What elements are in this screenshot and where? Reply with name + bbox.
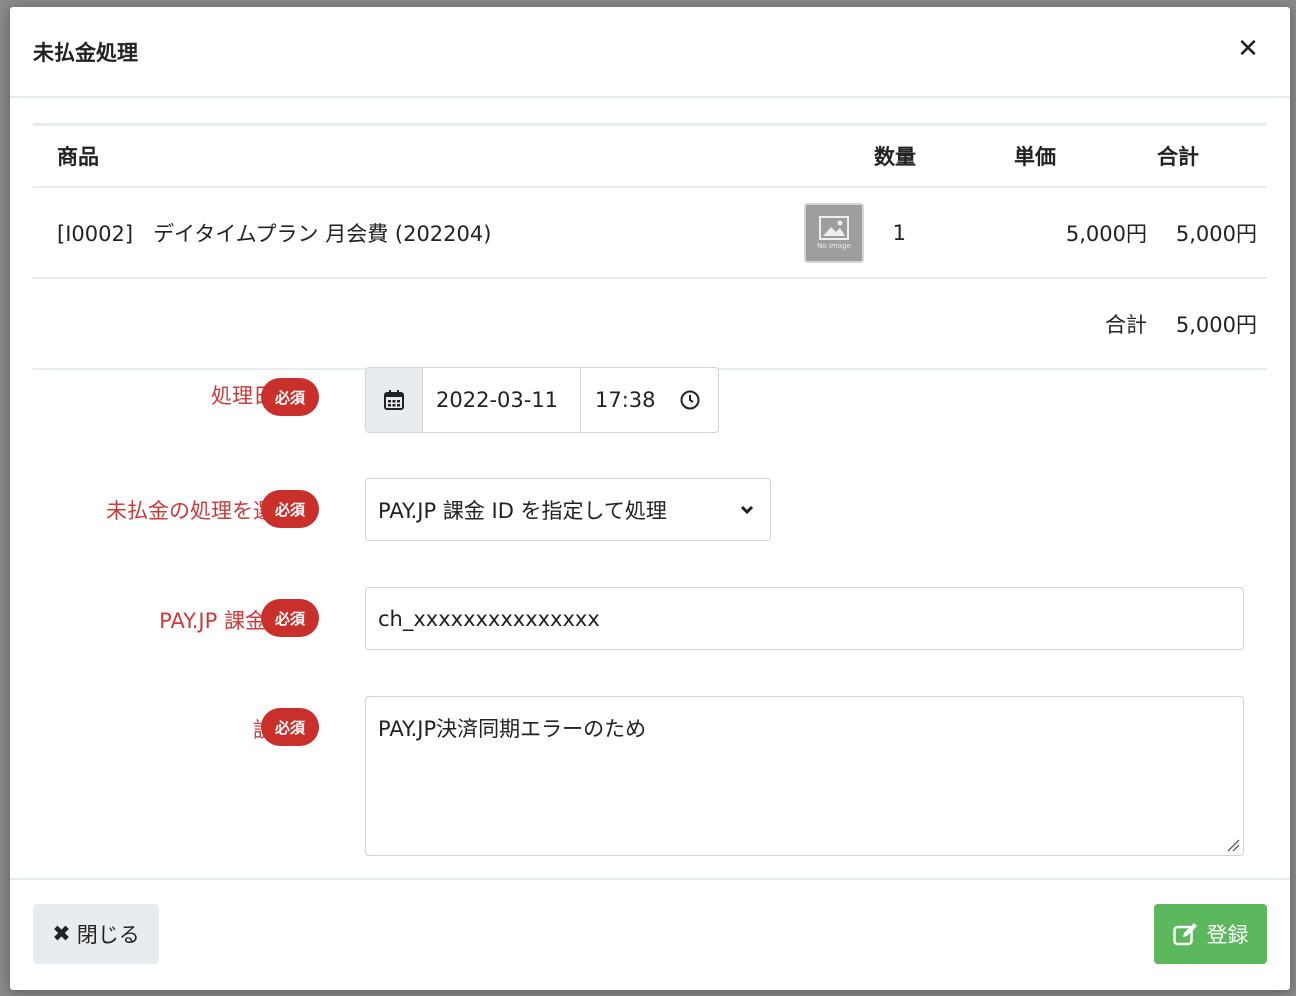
close-button-label: 閉じる — [76, 923, 140, 947]
unpaid-payment-modal: 未払金処理 ✕ 商品 数量 単価 合計 [I0002] デイタイムプラン 月会費… — [10, 7, 1290, 990]
image-icon — [819, 215, 849, 240]
method-select[interactable]: PAY.JP 課金 ID を指定して処理 — [365, 478, 771, 541]
unit-price-cell: 5,000円 — [1014, 187, 1157, 279]
header-product: 商品 — [33, 123, 804, 188]
resize-handle-icon[interactable] — [1226, 838, 1240, 852]
clock-icon — [680, 390, 700, 410]
required-badge: 必須 — [261, 378, 319, 416]
quantity-cell: 1 — [874, 187, 1014, 279]
time-input[interactable]: 17:38 — [581, 368, 718, 432]
required-badge: 必須 — [261, 708, 319, 746]
submit-button[interactable]: 登録 — [1154, 904, 1267, 964]
close-icon[interactable]: ✕ — [1236, 36, 1260, 62]
description-textarea[interactable]: PAY.JP決済同期エラーのため — [365, 696, 1244, 856]
total-label: 合計 — [1014, 278, 1157, 370]
datetime-input-group: 2022-03-11 17:38 — [365, 367, 719, 433]
modal-title: 未払金処理 — [33, 41, 138, 65]
required-badge: 必須 — [261, 490, 319, 528]
table-header-row: 商品 数量 単価 合計 — [33, 123, 1267, 188]
header-total: 合計 — [1157, 123, 1267, 188]
modal-header: 未払金処理 ✕ — [10, 7, 1290, 98]
close-button[interactable]: ✖ 閉じる — [33, 904, 159, 964]
required-badge: 必須 — [261, 599, 319, 637]
product-name: デイタイムプラン 月会費 (202204) — [153, 221, 492, 246]
edit-icon — [1172, 923, 1197, 946]
total-cell: 5,000円 — [1157, 187, 1267, 279]
modal-body: 商品 数量 単価 合計 [I0002] デイタイムプラン 月会費 (202204… — [33, 123, 1267, 370]
table-row: [I0002] デイタイムプラン 月会費 (202204) No Image 1… — [33, 187, 1267, 279]
charge-id-input[interactable]: ch_xxxxxxxxxxxxxxx — [365, 587, 1244, 650]
time-value: 17:38 — [595, 388, 656, 412]
no-image-text: No Image — [817, 241, 851, 250]
items-table: 商品 数量 単価 合計 [I0002] デイタイムプラン 月会費 (202204… — [33, 123, 1267, 370]
product-code: [I0002] — [57, 221, 134, 246]
times-icon: ✖ — [52, 921, 71, 947]
calendar-icon[interactable] — [366, 368, 423, 432]
header-unit-price: 単価 — [1014, 123, 1157, 188]
method-selected-value: PAY.JP 課金 ID を指定して処理 — [378, 498, 667, 523]
chevron-down-icon — [740, 505, 754, 514]
modal-footer: ✖ 閉じる 登録 — [10, 878, 1290, 990]
date-input[interactable]: 2022-03-11 — [423, 368, 581, 432]
total-value: 5,000円 — [1157, 278, 1267, 370]
description-value: PAY.JP決済同期エラーのため — [378, 717, 647, 741]
product-image-placeholder: No Image — [804, 202, 864, 263]
header-quantity: 数量 — [874, 123, 1014, 188]
total-row: 合計 5,000円 — [33, 278, 1267, 370]
submit-button-label: 登録 — [1206, 923, 1249, 947]
